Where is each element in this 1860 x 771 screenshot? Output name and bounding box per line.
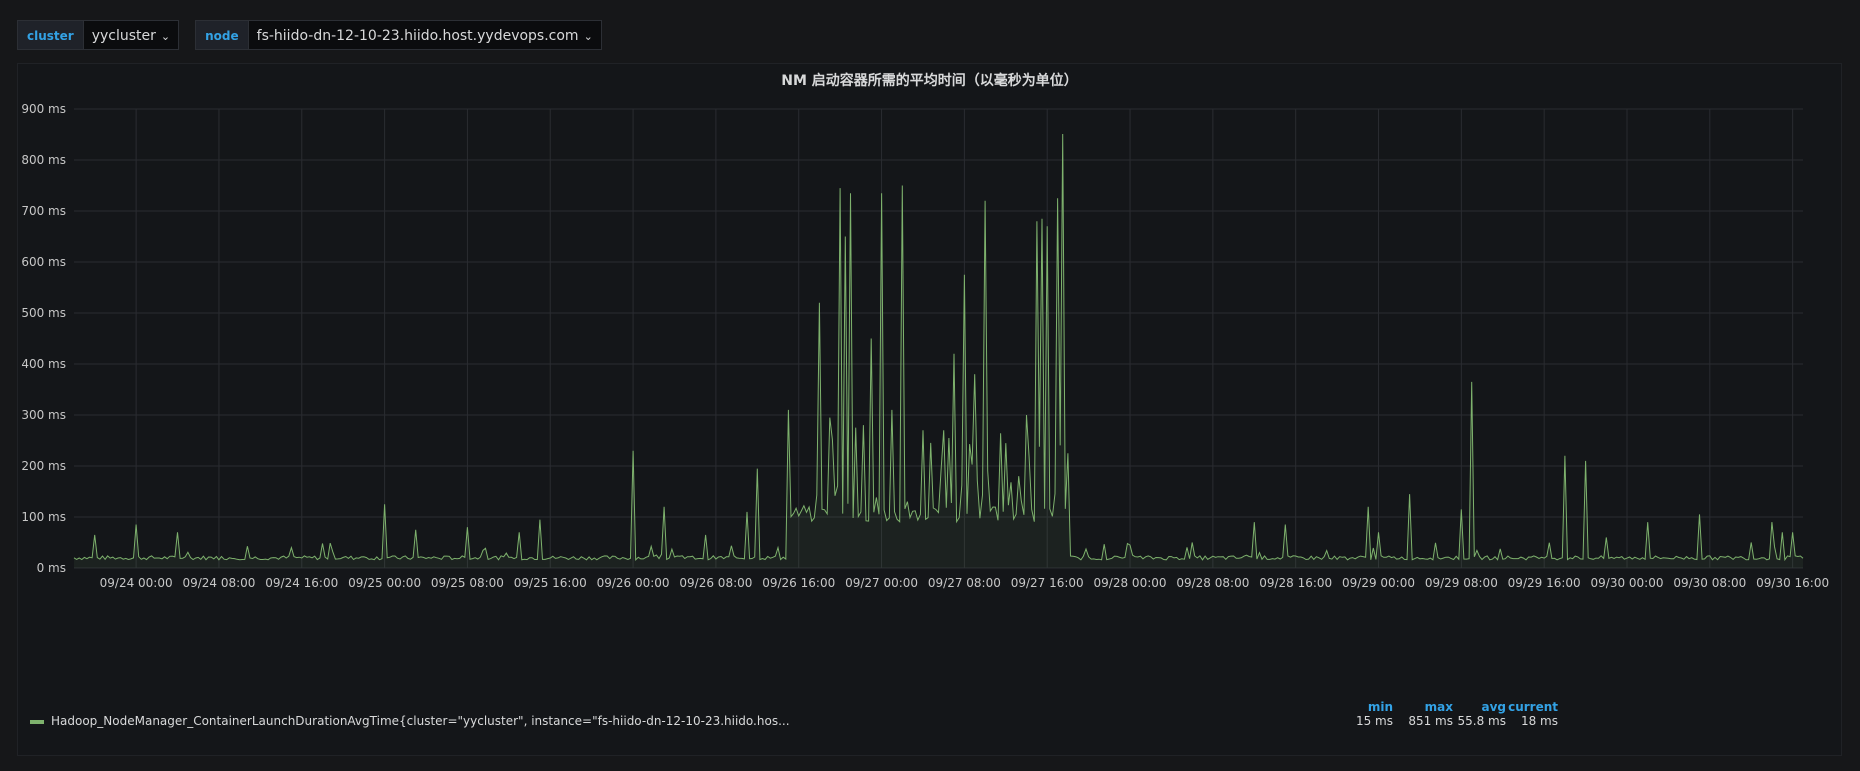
y-tick-label: 400 ms [21, 357, 66, 371]
y-tick-label: 700 ms [21, 204, 66, 218]
y-tick-label: 100 ms [21, 510, 66, 524]
x-tick-label: 09/29 00:00 [1342, 576, 1415, 590]
legend-value-current: 18 ms [1520, 714, 1558, 728]
cluster-variable-value: yycluster [91, 28, 156, 44]
x-tick-label: 09/24 08:00 [182, 576, 255, 590]
x-tick-label: 09/28 16:00 [1259, 576, 1332, 590]
series-line [73, 133, 1804, 562]
x-tick-label: 09/29 08:00 [1425, 576, 1498, 590]
x-tick-label: 09/25 16:00 [514, 576, 587, 590]
x-tick-label: 09/24 00:00 [100, 576, 173, 590]
cluster-variable-select[interactable]: yycluster ⌄ [83, 20, 180, 50]
legend-value-avg: 55.8 ms [1457, 714, 1506, 728]
legend-header-min[interactable]: min [1361, 700, 1393, 714]
legend-series-label[interactable]: Hadoop_NodeManager_ContainerLaunchDurati… [51, 714, 790, 728]
y-tick-label: 500 ms [21, 306, 66, 320]
x-tick-label: 09/27 00:00 [845, 576, 918, 590]
x-tick-label: 09/28 08:00 [1176, 576, 1249, 590]
legend-header-current[interactable]: current [1506, 700, 1558, 714]
y-tick-label: 600 ms [21, 255, 66, 269]
x-tick-label: 09/24 16:00 [265, 576, 338, 590]
x-tick-label: 09/30 00:00 [1591, 576, 1664, 590]
series-area [74, 134, 1803, 568]
legend: min max avg current Hadoop_NodeManager_C… [18, 700, 1841, 750]
x-tick-label: 09/28 00:00 [1094, 576, 1167, 590]
y-tick-label: 300 ms [21, 408, 66, 422]
x-tick-label: 09/26 00:00 [597, 576, 670, 590]
graph-panel[interactable]: NM 启动容器所需的平均时间（以毫秒为单位） 0 ms 100 ms 200 ms 3… [17, 63, 1842, 756]
y-tick-label: 800 ms [21, 153, 66, 167]
x-tick-label: 09/25 00:00 [348, 576, 421, 590]
node-variable-select[interactable]: fs-hiido-dn-12-10-23.hiido.host.yydevops… [248, 20, 602, 50]
x-tick-label: 09/27 08:00 [928, 576, 1001, 590]
time-series-chart[interactable]: 0 ms 100 ms 200 ms 300 ms 400 ms 500 ms 600 ms… [18, 64, 1843, 694]
legend-header-avg[interactable]: avg [1471, 700, 1506, 714]
legend-series-swatch[interactable] [30, 720, 44, 724]
x-tick-label: 09/27 16:00 [1011, 576, 1084, 590]
y-tick-label: 900 ms [21, 102, 66, 116]
node-variable-label: node [195, 20, 249, 50]
node-variable-value: fs-hiido-dn-12-10-23.hiido.host.yydevops… [256, 28, 579, 44]
cluster-variable-label: cluster [17, 20, 84, 50]
chevron-down-icon: ⌄ [160, 30, 171, 43]
legend-value-max: 851 ms [1408, 714, 1453, 728]
x-tick-label: 09/29 16:00 [1508, 576, 1581, 590]
x-tick-label: 09/26 16:00 [762, 576, 835, 590]
legend-value-min: 15 ms [1355, 714, 1393, 728]
variables-bar: cluster yycluster ⌄ node fs-hiido-dn-12-1… [17, 19, 618, 51]
x-tick-label: 09/25 08:00 [431, 576, 504, 590]
x-tick-label: 09/30 08:00 [1673, 576, 1746, 590]
y-tick-label: 200 ms [21, 459, 66, 473]
x-tick-label: 09/30 16:00 [1756, 576, 1829, 590]
legend-header-max[interactable]: max [1411, 700, 1453, 714]
chevron-down-icon: ⌄ [583, 30, 593, 43]
y-tick-label: 0 ms [37, 561, 66, 575]
x-tick-label: 09/26 08:00 [679, 576, 752, 590]
